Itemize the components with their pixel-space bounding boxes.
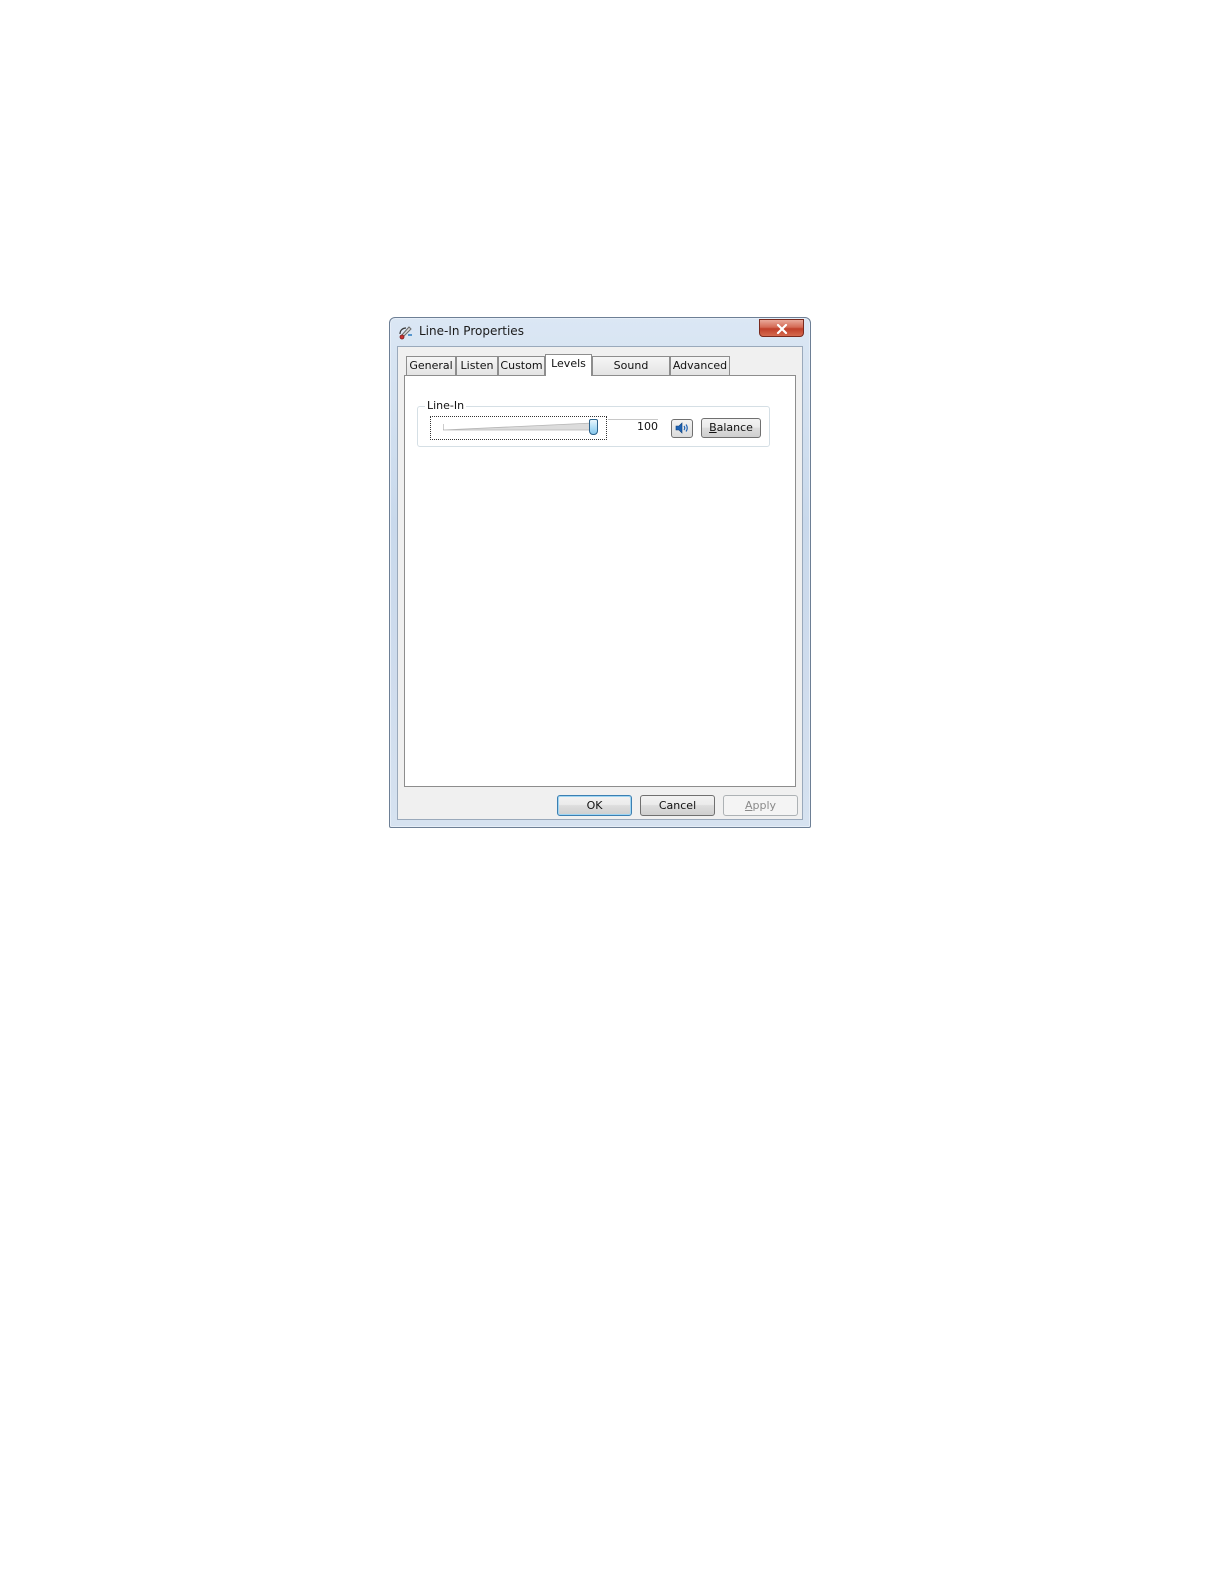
- mute-button[interactable]: [671, 419, 693, 438]
- line-in-properties-dialog: Line-In Properties General Listen Custom…: [389, 317, 811, 828]
- levels-panel: Line-In 100 Balance: [404, 375, 796, 787]
- volume-value: 100: [637, 420, 658, 433]
- balance-mnemonic: B: [709, 421, 717, 434]
- tab-general[interactable]: General: [406, 356, 456, 375]
- tab-sound-blaster[interactable]: Sound Blaster: [592, 356, 670, 390]
- balance-button[interactable]: Balance: [701, 418, 761, 438]
- close-icon: [776, 319, 788, 338]
- balance-label: alance: [716, 421, 753, 434]
- apply-button[interactable]: Apply: [723, 795, 798, 816]
- tab-levels[interactable]: Levels: [545, 354, 592, 376]
- line-in-group-label: Line-In: [425, 399, 467, 412]
- tab-advanced[interactable]: Advanced: [670, 356, 730, 375]
- line-in-group: Line-In 100 Balance: [417, 399, 770, 447]
- sound-properties-icon: [398, 324, 414, 340]
- speaker-icon: [675, 419, 689, 438]
- window-title: Line-In Properties: [419, 324, 524, 338]
- ok-button[interactable]: OK: [557, 795, 632, 816]
- apply-mnemonic: A: [744, 799, 753, 812]
- close-button[interactable]: [759, 319, 804, 337]
- volume-slider-thumb[interactable]: [589, 419, 598, 435]
- volume-slider-track: [443, 422, 593, 431]
- tab-custom[interactable]: Custom: [498, 356, 545, 375]
- volume-slider[interactable]: [430, 416, 607, 440]
- apply-label: pply: [752, 799, 777, 812]
- tab-listen[interactable]: Listen: [456, 356, 498, 375]
- cancel-button[interactable]: Cancel: [640, 795, 715, 816]
- dialog-client-area: General Listen Custom Levels Sound Blast…: [397, 346, 803, 820]
- title-bar[interactable]: Line-In Properties: [390, 318, 810, 346]
